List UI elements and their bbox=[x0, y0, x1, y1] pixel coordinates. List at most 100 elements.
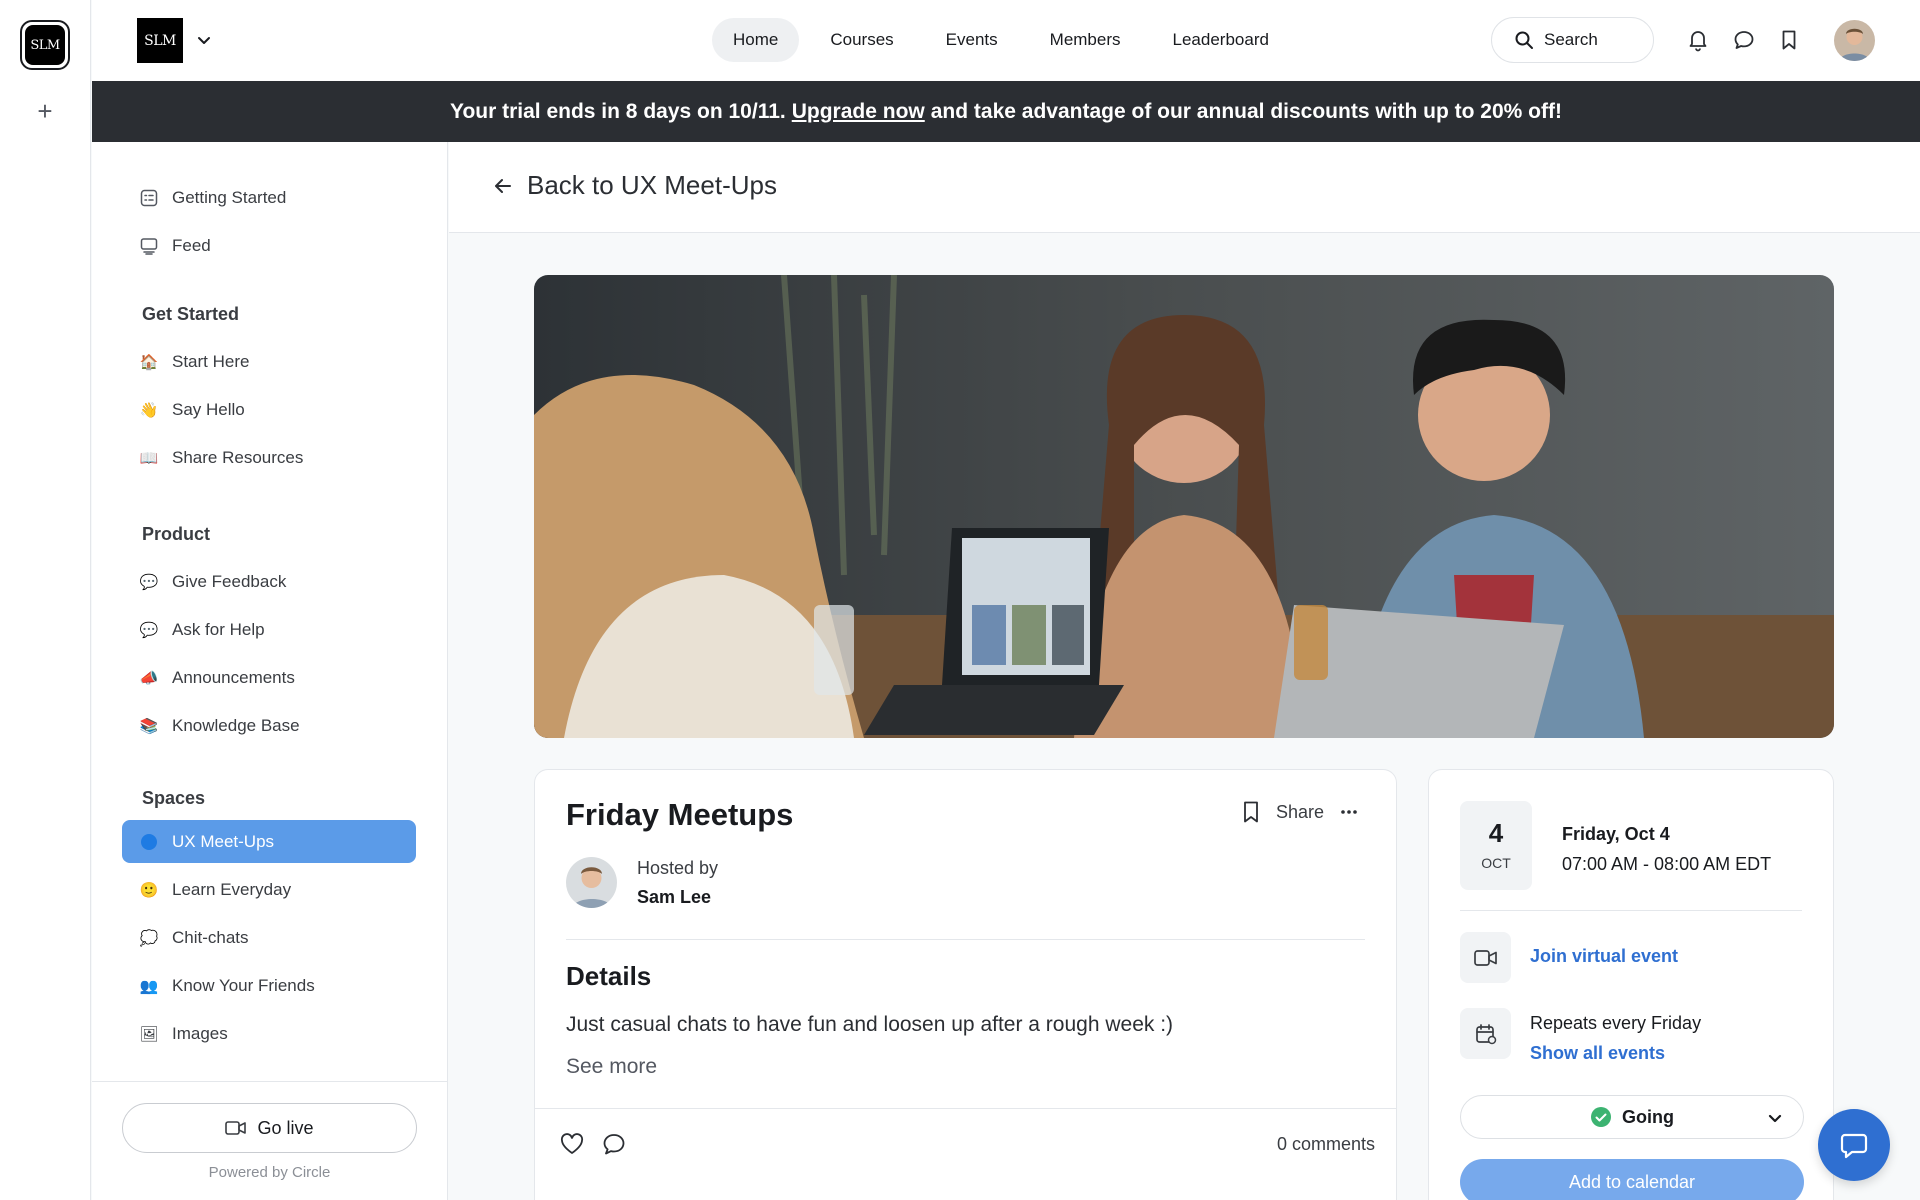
community-rail: SLM + bbox=[0, 0, 91, 1200]
sidebar-item-label: Chit-chats bbox=[172, 927, 249, 947]
main-nav: Home Courses Events Members Leaderboard bbox=[712, 18, 1290, 62]
sidebar-item-label: Feed bbox=[172, 235, 211, 255]
sidebar-item-say-hello[interactable]: 👋 Say Hello bbox=[122, 388, 416, 431]
comments-count[interactable]: 0 comments bbox=[1277, 1134, 1375, 1155]
sidebar-item-know-your-friends[interactable]: 👥 Know Your Friends bbox=[122, 964, 416, 1007]
nav-events[interactable]: Events bbox=[925, 18, 1019, 62]
user-avatar[interactable] bbox=[1834, 20, 1875, 61]
sidebar-item-start-here[interactable]: 🏠 Start Here bbox=[122, 340, 416, 383]
nav-home[interactable]: Home bbox=[712, 18, 800, 62]
sidebar-item-give-feedback[interactable]: 💬 Give Feedback bbox=[122, 560, 416, 603]
community-logo-button[interactable]: SLM bbox=[20, 20, 70, 70]
recurrence-info: Repeats every Friday Show all events bbox=[1530, 1008, 1701, 1068]
sidebar-item-label: Ask for Help bbox=[172, 619, 265, 639]
nav-courses[interactable]: Courses bbox=[809, 18, 914, 62]
section-heading-get-started[interactable]: Get Started bbox=[142, 304, 239, 325]
bookmark-icon[interactable] bbox=[1777, 28, 1801, 52]
calendar-repeat-icon bbox=[1460, 1008, 1511, 1059]
host-avatar[interactable] bbox=[566, 857, 617, 908]
upgrade-now-link[interactable]: Upgrade now bbox=[792, 100, 925, 124]
sidebar: Getting Started Feed Get Started 🏠 Start… bbox=[92, 142, 448, 1200]
brand-logo[interactable]: SLM bbox=[137, 18, 183, 63]
sidebar-item-getting-started[interactable]: Getting Started bbox=[122, 176, 416, 219]
event-date: Friday, Oct 4 bbox=[1562, 824, 1670, 844]
sidebar-item-label: Learn Everyday bbox=[172, 879, 292, 899]
back-label: Back to UX Meet-Ups bbox=[527, 170, 777, 200]
share-button[interactable]: Share bbox=[1276, 802, 1324, 823]
megaphone-icon: 📣 bbox=[139, 669, 159, 687]
waving-hand-icon: 👋 bbox=[139, 401, 159, 419]
arrow-left-icon bbox=[495, 178, 511, 193]
bell-icon[interactable] bbox=[1686, 28, 1710, 52]
date-month: OCT bbox=[1481, 855, 1511, 871]
go-live-button[interactable]: Go live bbox=[122, 1103, 417, 1153]
nav-members[interactable]: Members bbox=[1029, 18, 1142, 62]
details-heading: Details bbox=[566, 961, 652, 991]
back-link[interactable]: Back to UX Meet-Ups bbox=[493, 170, 777, 201]
add-to-calendar-button[interactable]: Add to calendar bbox=[1460, 1159, 1804, 1200]
search-icon bbox=[1515, 31, 1533, 49]
more-options-icon[interactable] bbox=[1338, 801, 1360, 823]
sidebar-item-label: UX Meet-Ups bbox=[172, 831, 275, 851]
divider bbox=[566, 939, 1365, 940]
date-day: 4 bbox=[1488, 818, 1504, 848]
people-icon: 👥 bbox=[139, 977, 159, 995]
go-live-label: Go live bbox=[257, 1117, 314, 1138]
blue-circle-icon bbox=[141, 833, 157, 850]
support-chat-button[interactable] bbox=[1818, 1109, 1890, 1181]
powered-by-link[interactable]: Powered by Circle bbox=[92, 1164, 447, 1181]
event-card: Friday Meetups Share Hosted by Sam Lee D… bbox=[534, 769, 1397, 1200]
sidebar-item-announcements[interactable]: 📣 Announcements bbox=[122, 656, 416, 699]
video-camera-icon bbox=[225, 1121, 247, 1135]
rsvp-dropdown[interactable]: Going bbox=[1460, 1095, 1804, 1139]
sidebar-item-chit-chats[interactable]: 💭 Chit-chats bbox=[122, 916, 416, 959]
show-all-events-link[interactable]: Show all events bbox=[1530, 1038, 1701, 1068]
hosted-by-label: Hosted by bbox=[637, 857, 719, 878]
sidebar-item-knowledge-base[interactable]: 📚 Knowledge Base bbox=[122, 704, 416, 747]
sidebar-item-share-resources[interactable]: 📖 Share Resources bbox=[122, 436, 416, 479]
sidebar-item-learn-everyday[interactable]: 🙂 Learn Everyday bbox=[122, 868, 416, 911]
sidebar-item-label: Say Hello bbox=[172, 399, 245, 419]
thought-balloon-icon: 💭 bbox=[139, 929, 159, 947]
details-text: Just casual chats to have fun and loosen… bbox=[566, 1013, 1174, 1036]
join-virtual-event-link[interactable]: Join virtual event bbox=[1530, 946, 1678, 967]
date-badge: 4 OCT bbox=[1460, 801, 1532, 890]
speech-balloon-icon: 💬 bbox=[139, 621, 159, 639]
bookmark-icon[interactable] bbox=[1240, 800, 1262, 824]
sidebar-item-label: Announcements bbox=[172, 667, 295, 687]
sidebar-footer: Go live Powered by Circle bbox=[92, 1081, 447, 1200]
sidebar-item-label: Getting Started bbox=[172, 187, 287, 207]
event-title: Friday Meetups bbox=[566, 797, 794, 832]
video-camera-icon bbox=[1460, 932, 1511, 983]
checklist-icon bbox=[140, 189, 158, 206]
heart-icon[interactable] bbox=[559, 1132, 585, 1156]
sidebar-item-label: Start Here bbox=[172, 351, 250, 371]
trial-banner-offer: and take advantage of our annual discoun… bbox=[930, 99, 1562, 123]
sidebar-item-ux-meet-ups[interactable]: UX Meet-Ups bbox=[122, 820, 416, 863]
chevron-down-icon[interactable] bbox=[194, 30, 214, 50]
trial-banner-text: Your trial ends in 8 days on 10/11. bbox=[450, 99, 786, 123]
divider bbox=[1460, 910, 1802, 911]
rsvp-status: Going bbox=[1622, 1106, 1674, 1127]
chat-bubble-icon[interactable] bbox=[1732, 28, 1756, 52]
sidebar-item-label: Share Resources bbox=[172, 447, 304, 467]
smiley-icon: 🙂 bbox=[139, 881, 159, 899]
feed-icon bbox=[140, 237, 158, 255]
event-time: 07:00 AM - 08:00 AM EDT bbox=[1562, 854, 1772, 874]
comment-icon[interactable] bbox=[601, 1132, 627, 1156]
section-heading-product[interactable]: Product bbox=[142, 524, 210, 545]
sidebar-item-label: Know Your Friends bbox=[172, 975, 315, 995]
event-datetime: Friday, Oct 4 07:00 AM - 08:00 AM EDT bbox=[1562, 819, 1771, 879]
sidebar-item-feed[interactable]: Feed bbox=[122, 224, 416, 267]
nav-leaderboard[interactable]: Leaderboard bbox=[1152, 18, 1290, 62]
see-more-link[interactable]: See more bbox=[566, 1055, 657, 1079]
section-heading-spaces[interactable]: Spaces bbox=[142, 788, 205, 809]
sidebar-item-images[interactable]: 🖼 Images bbox=[122, 1012, 416, 1055]
host-name[interactable]: Sam Lee bbox=[637, 887, 718, 908]
speech-balloon-icon: 💬 bbox=[139, 573, 159, 591]
community-logo-text: SLM bbox=[25, 25, 65, 65]
sidebar-item-ask-for-help[interactable]: 💬 Ask for Help bbox=[122, 608, 416, 651]
add-community-icon[interactable]: + bbox=[32, 96, 58, 126]
search-button[interactable]: Search bbox=[1491, 17, 1654, 63]
divider bbox=[535, 1108, 1396, 1109]
